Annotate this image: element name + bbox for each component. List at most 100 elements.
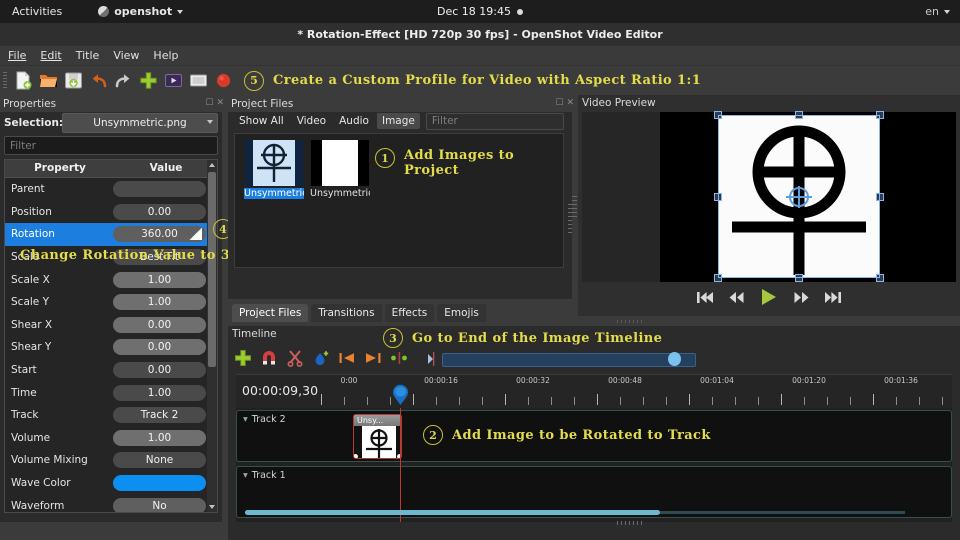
zoom-slider-handle[interactable] xyxy=(668,352,681,366)
timeline-zoom-slider[interactable] xyxy=(428,352,696,367)
transform-handle-n[interactable] xyxy=(795,111,803,119)
play-button[interactable] xyxy=(759,288,779,306)
property-row-position[interactable]: Position 0.00 xyxy=(5,201,217,224)
project-files-dock-buttons[interactable]: ☐ ✕ xyxy=(555,98,574,108)
property-value[interactable]: 0.00 xyxy=(113,316,206,333)
scroll-up-icon[interactable] xyxy=(209,163,215,167)
property-row-waveform[interactable]: Waveform No xyxy=(5,494,217,512)
properties-dock-buttons[interactable]: ☐ ✕ xyxy=(205,98,224,108)
new-project-button[interactable] xyxy=(11,68,36,93)
chevron-down-icon[interactable]: ▾ xyxy=(243,414,248,425)
choose-profile-button[interactable] xyxy=(161,68,186,93)
timeline-playhead[interactable] xyxy=(400,408,401,522)
property-row-scale-x[interactable]: Scale X 1.00 xyxy=(5,268,217,291)
property-value[interactable]: 1.00 xyxy=(113,429,206,446)
horizontal-splitter-grip-top[interactable] xyxy=(617,320,643,323)
property-row-track[interactable]: Track Track 2 xyxy=(5,404,217,427)
tab-effects[interactable]: Effects xyxy=(384,304,435,322)
property-row-scale-y[interactable]: Scale Y 1.00 xyxy=(5,291,217,314)
project-files-filter-input[interactable]: Filter xyxy=(425,112,564,130)
property-value[interactable]: 0.00 xyxy=(113,362,206,379)
snapping-magnet-icon[interactable] xyxy=(260,349,278,367)
timeline-track-2[interactable]: ▾ Track 2 Unsy... 2 Add Image to be Rota… xyxy=(236,410,952,462)
jump-end-button[interactable] xyxy=(824,291,841,304)
chevron-down-icon[interactable]: ▾ xyxy=(243,470,248,481)
property-row-shear-x[interactable]: Shear X 0.00 xyxy=(5,314,217,337)
property-value[interactable]: 0.00 xyxy=(113,339,206,356)
filter-tab-audio[interactable]: Audio xyxy=(334,113,374,129)
menu-view[interactable]: View xyxy=(113,49,139,62)
menu-file[interactable]: File xyxy=(8,49,26,62)
property-value[interactable]: Track 2 xyxy=(113,407,206,424)
transform-handle-se[interactable] xyxy=(876,274,884,282)
save-project-button[interactable] xyxy=(61,68,86,93)
undo-button[interactable] xyxy=(86,68,111,93)
redo-button[interactable] xyxy=(111,68,136,93)
property-row-wave-color[interactable]: Wave Color xyxy=(5,472,217,495)
transform-handle-e[interactable] xyxy=(876,193,884,201)
property-value[interactable]: 1.00 xyxy=(113,271,206,288)
property-row-volume[interactable]: Volume 1.00 xyxy=(5,427,217,450)
property-row-volume-mixing[interactable]: Volume Mixing None xyxy=(5,449,217,472)
menu-help[interactable]: Help xyxy=(153,49,178,62)
filter-tab-show-all[interactable]: Show All xyxy=(234,113,289,129)
property-value[interactable]: 1.00 xyxy=(113,294,206,311)
export-video-button[interactable] xyxy=(211,68,236,93)
transform-handle-s[interactable] xyxy=(795,274,803,282)
properties-scroll-thumb[interactable] xyxy=(208,172,216,367)
filter-tab-video[interactable]: Video xyxy=(292,113,331,129)
playhead-marker-icon[interactable] xyxy=(392,384,409,405)
video-preview-stage[interactable] xyxy=(582,111,956,282)
close-panel-icon[interactable]: ✕ xyxy=(216,98,224,108)
add-marker-icon[interactable] xyxy=(312,349,330,367)
vertical-splitter-grip[interactable] xyxy=(572,196,577,220)
property-row-start[interactable]: Start 0.00 xyxy=(5,359,217,382)
add-track-icon[interactable] xyxy=(234,349,252,367)
float-panel-icon[interactable]: ☐ xyxy=(205,98,213,108)
tab-transitions[interactable]: Transitions xyxy=(311,304,382,322)
center-playhead-icon[interactable] xyxy=(390,349,410,367)
tab-project-files[interactable]: Project Files xyxy=(232,304,309,322)
close-panel-icon[interactable]: ✕ xyxy=(566,98,574,108)
import-files-button[interactable] xyxy=(136,68,161,93)
timeline-clip-unsymmetric[interactable]: Unsy... xyxy=(353,414,402,459)
float-panel-icon[interactable]: ☐ xyxy=(555,98,563,108)
fast-forward-button[interactable] xyxy=(793,291,810,304)
transform-handle-w[interactable] xyxy=(714,193,722,201)
previous-marker-icon[interactable] xyxy=(338,349,356,367)
next-marker-icon[interactable] xyxy=(364,349,382,367)
activities-button[interactable]: Activities xyxy=(12,5,62,18)
project-file-item-1[interactable]: Unsymmetric... xyxy=(243,140,305,199)
property-value[interactable] xyxy=(113,475,206,492)
menu-edit[interactable]: Edit xyxy=(40,49,61,62)
properties-scrollbar[interactable] xyxy=(207,160,217,512)
open-project-button[interactable] xyxy=(36,68,61,93)
properties-filter-input[interactable]: Filter xyxy=(4,136,218,155)
razor-scissors-icon[interactable] xyxy=(286,349,304,367)
language-indicator[interactable]: en xyxy=(925,5,950,18)
filter-tab-image[interactable]: Image xyxy=(376,113,420,129)
tab-emojis[interactable]: Emojis xyxy=(437,304,486,322)
jump-start-button[interactable] xyxy=(697,291,714,304)
property-value[interactable]: 1.00 xyxy=(113,384,206,401)
timeline-horizontal-scrollbar[interactable] xyxy=(245,510,905,515)
property-row-time[interactable]: Time 1.00 xyxy=(5,381,217,404)
rewind-button[interactable] xyxy=(728,291,745,304)
clock[interactable]: Dec 18 19:45 xyxy=(400,5,560,18)
property-row-shear-y[interactable]: Shear Y 0.00 xyxy=(5,336,217,359)
menu-title[interactable]: Title xyxy=(76,49,100,62)
property-row-parent[interactable]: Parent xyxy=(5,178,217,201)
scroll-down-icon[interactable] xyxy=(209,505,215,509)
horizontal-splitter-grip-bottom[interactable] xyxy=(617,521,643,525)
transform-handle-nw[interactable] xyxy=(714,111,722,119)
property-value[interactable]: 360.00 xyxy=(113,226,206,243)
zoom-slider-track[interactable] xyxy=(442,353,696,367)
property-row-rotation[interactable]: Rotation 360.00 xyxy=(5,223,217,246)
transform-handle-ne[interactable] xyxy=(876,111,884,119)
selection-combobox[interactable]: Unsymmetric.png xyxy=(62,113,218,133)
project-file-item-2[interactable]: Unsymmetric... xyxy=(309,140,371,199)
timeline-ruler[interactable]: 00:00:09,30 0:00 00:00:16 00:00:32 00:00:48… xyxy=(236,374,952,409)
property-value[interactable] xyxy=(113,181,206,198)
toolbar-drag-handle[interactable] xyxy=(3,71,7,90)
app-menu-openshot[interactable]: openshot xyxy=(98,5,184,18)
